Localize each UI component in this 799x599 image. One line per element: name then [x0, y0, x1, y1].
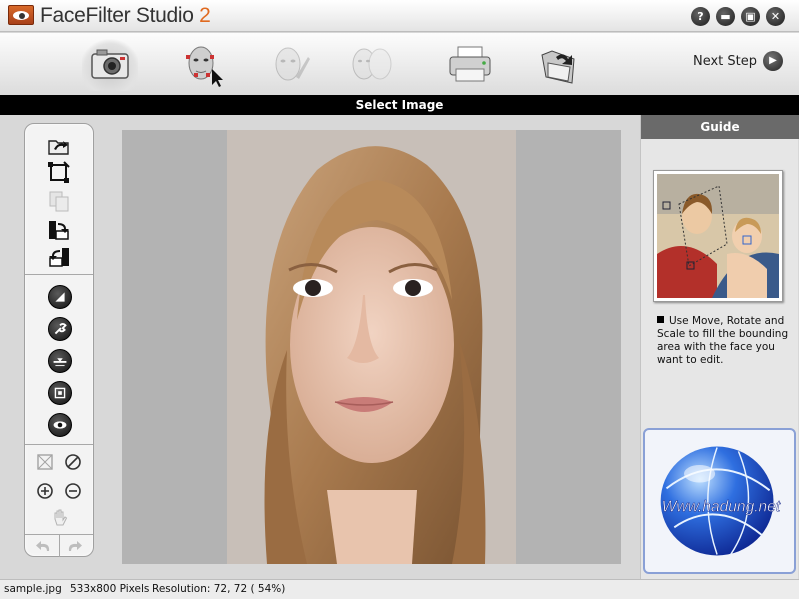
play-arrow-icon: ▶	[763, 51, 783, 71]
zoom-out-icon[interactable]	[63, 481, 83, 501]
image-canvas[interactable]	[122, 130, 621, 564]
next-step-button[interactable]: Next Step ▶	[693, 51, 783, 71]
step-save[interactable]	[530, 37, 586, 91]
undo-icon[interactable]	[33, 535, 55, 557]
guide-example-image	[653, 170, 783, 302]
rotate-left-icon[interactable]	[46, 244, 72, 270]
camera-icon	[91, 49, 129, 79]
window-title: FaceFilter Studio 2	[40, 4, 211, 28]
step-compare[interactable]	[344, 37, 400, 91]
tool-panel	[24, 123, 94, 557]
guide-title: Guide	[641, 115, 799, 139]
status-dimensions: 533x800 Pixels	[70, 583, 150, 595]
app-eye-icon	[8, 5, 34, 25]
faces-compare-icon	[352, 48, 392, 80]
watermark-text: Www.hadung.net	[662, 499, 781, 516]
status-bar: sample.jpg 533x800 Pixels Resolution: 72…	[0, 579, 799, 599]
level-icon[interactable]	[47, 348, 73, 374]
portrait-photo	[227, 130, 516, 564]
guide-panel: Guide Use Move, Rotate and Scale to fill…	[640, 115, 799, 579]
status-resolution: Resolution: 72, 72 ( 54%)	[152, 583, 286, 595]
maximize-button[interactable]: ▣	[741, 7, 760, 26]
frame-icon[interactable]	[47, 380, 73, 406]
redeye-icon[interactable]	[47, 412, 73, 438]
title-version: 2	[199, 4, 211, 27]
step-header: Select Image	[0, 95, 799, 115]
crop-icon[interactable]	[46, 160, 72, 186]
no-icon[interactable]	[63, 452, 83, 472]
step-select-image[interactable]	[82, 37, 138, 91]
title-text: FaceFilter Studio	[40, 4, 200, 27]
fit-icon[interactable]	[35, 452, 55, 472]
guide-instructions: Use Move, Rotate and Scale to fill the b…	[657, 315, 795, 367]
status-filename: sample.jpg	[4, 583, 62, 595]
title-bar: FaceFilter Studio 2 ? ▬ ▣ ✕	[0, 0, 799, 32]
folder-arrow-icon	[541, 50, 575, 84]
contrast-icon[interactable]	[47, 284, 73, 310]
open-icon[interactable]	[46, 132, 72, 158]
face-brush-icon	[275, 47, 310, 81]
minimize-button[interactable]: ▬	[716, 7, 735, 26]
rotate-right-icon[interactable]	[46, 217, 72, 243]
paste-icon[interactable]	[46, 188, 72, 214]
step-edit-face[interactable]	[262, 37, 318, 91]
help-button[interactable]: ?	[691, 7, 710, 26]
redo-icon[interactable]	[63, 535, 85, 557]
watermark-logo: Www.hadung.net	[643, 428, 796, 574]
hand-icon[interactable]	[49, 507, 71, 529]
next-step-label: Next Step	[692, 53, 757, 69]
wrench-icon[interactable]	[47, 316, 73, 342]
zoom-in-icon[interactable]	[35, 481, 55, 501]
printer-icon	[449, 46, 491, 82]
step-face-detect[interactable]	[174, 37, 230, 91]
face-cursor-icon	[186, 46, 223, 87]
step-print[interactable]	[442, 37, 498, 91]
bullet-icon	[657, 316, 664, 323]
close-button[interactable]: ✕	[766, 7, 785, 26]
step-toolbar: Next Step ▶	[0, 33, 799, 95]
guide-text: Use Move, Rotate and Scale to fill the b…	[657, 315, 789, 366]
